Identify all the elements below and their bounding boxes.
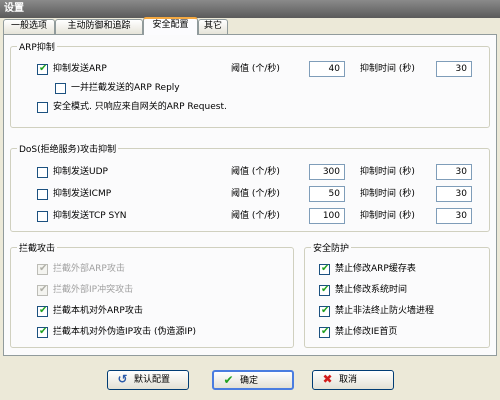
dos-group-title: DoS(拒绝服务)攻击抑制 xyxy=(17,142,119,155)
intercept-local-ip-checkbox[interactable]: ✔ xyxy=(37,326,48,338)
protect-ie-homepage-label: 禁止修改IE首页 xyxy=(335,327,398,337)
arp-safe-mode-label: 安全模式. 只响应来自网关的ARP Request. xyxy=(53,102,227,112)
dos-icmp-time-label: 抑制时间 (秒) xyxy=(360,189,415,199)
check-mark-icon: ✔ xyxy=(321,263,330,274)
check-mark-icon: ✔ xyxy=(321,305,330,316)
dos-udp-label: 抑制发送UDP xyxy=(53,167,108,177)
arp-suppress-label: 抑制发送ARP xyxy=(53,64,107,74)
protect-firewall-process-checkbox[interactable]: ✔ xyxy=(319,305,330,317)
arp-group: ARP抑制 ✔ 抑制发送ARP 阈值 (个/秒) 40 抑制时间 (秒) 30 … xyxy=(10,40,490,128)
intercept-external-ip-checkbox[interactable]: ✔ xyxy=(37,284,48,296)
default-config-label: 默认配置 xyxy=(134,375,171,385)
arp-threshold-field[interactable]: 40 xyxy=(309,61,345,77)
check-mark-icon: ✔ xyxy=(39,305,48,316)
cancel-button[interactable]: ✖ 取消 xyxy=(312,370,394,390)
default-config-button[interactable]: ↺ 默认配置 xyxy=(107,370,189,390)
dos-udp-time-field[interactable]: 30 xyxy=(436,164,472,180)
check-mark-icon: ✔ xyxy=(39,326,48,337)
dos-tcp-syn-threshold-label: 阈值 (个/秒) xyxy=(231,211,280,221)
tab-general[interactable]: 一般选项 xyxy=(3,19,55,34)
tab-active-defense[interactable]: 主动防御和追踪 xyxy=(55,19,143,34)
close-icon: ✖ xyxy=(322,372,333,386)
intercept-group-title: 拦截攻击 xyxy=(17,241,58,254)
dos-icmp-threshold-label: 阈值 (个/秒) xyxy=(231,189,280,199)
protect-system-time-label: 禁止修改系统时间 xyxy=(335,285,408,295)
intercept-local-arp-label: 拦截本机对外ARP攻击 xyxy=(53,306,143,316)
dos-icmp-label: 抑制发送ICMP xyxy=(53,189,112,199)
protect-arp-cache-label: 禁止修改ARP缓存表 xyxy=(335,264,416,274)
protect-system-time-checkbox[interactable]: ✔ xyxy=(319,284,330,296)
check-mark-icon: ✔ xyxy=(321,326,330,337)
ok-label: 确定 xyxy=(240,376,259,386)
arp-block-reply-label: 一并拦截发送的ARP Reply xyxy=(71,83,180,93)
check-mark-icon: ✔ xyxy=(39,263,48,274)
dos-tcp-syn-checkbox[interactable] xyxy=(37,211,48,222)
cancel-label: 取消 xyxy=(339,375,358,385)
reset-icon: ↺ xyxy=(117,372,128,386)
check-mark-icon: ✔ xyxy=(39,284,48,295)
tab-other[interactable]: 其它 xyxy=(198,19,228,34)
dos-icmp-threshold-field[interactable]: 50 xyxy=(309,186,345,202)
arp-suppress-checkbox[interactable]: ✔ xyxy=(37,63,48,75)
intercept-group: 拦截攻击 ✔ 拦截外部ARP攻击 ✔ 拦截外部IP冲突攻击 ✔ 拦截本机对外AR… xyxy=(10,241,294,348)
window-title: 设置 xyxy=(0,0,500,18)
arp-time-label: 抑制时间 (秒) xyxy=(360,64,415,74)
arp-block-reply-checkbox[interactable] xyxy=(55,83,66,94)
tab-security-config[interactable]: 安全配置 xyxy=(143,17,198,35)
protect-arp-cache-checkbox[interactable]: ✔ xyxy=(319,263,330,275)
arp-time-field[interactable]: 30 xyxy=(436,61,472,77)
dos-icmp-time-field[interactable]: 30 xyxy=(436,186,472,202)
protect-ie-homepage-checkbox[interactable]: ✔ xyxy=(319,326,330,338)
protection-group: 安全防护 ✔ 禁止修改ARP缓存表 ✔ 禁止修改系统时间 ✔ 禁止非法终止防火墙… xyxy=(304,241,490,348)
dos-group: DoS(拒绝服务)攻击抑制 抑制发送UDP 阈值 (个/秒) 300 抑制时间 … xyxy=(10,142,490,232)
intercept-local-arp-checkbox[interactable]: ✔ xyxy=(37,305,48,317)
dos-udp-threshold-label: 阈值 (个/秒) xyxy=(231,167,280,177)
arp-group-title: ARP抑制 xyxy=(17,40,57,53)
intercept-local-ip-label: 拦截本机对外伪造IP攻击 (伪造源IP) xyxy=(53,327,197,337)
dos-tcp-syn-threshold-field[interactable]: 100 xyxy=(309,208,345,224)
protect-firewall-process-label: 禁止非法终止防火墙进程 xyxy=(335,306,435,316)
dos-tcp-syn-time-label: 抑制时间 (秒) xyxy=(360,211,415,221)
intercept-external-arp-label: 拦截外部ARP攻击 xyxy=(53,264,125,274)
arp-threshold-label: 阈值 (个/秒) xyxy=(231,64,280,74)
ok-button[interactable]: ✔ 确定 xyxy=(212,370,294,390)
dos-udp-threshold-field[interactable]: 300 xyxy=(309,164,345,180)
tab-strip: 一般选项 主动防御和追踪 安全配置 其它 xyxy=(3,17,497,35)
dos-udp-checkbox[interactable] xyxy=(37,167,48,178)
dos-tcp-syn-label: 抑制发送TCP SYN xyxy=(53,211,127,221)
tab-panel: ARP抑制 ✔ 抑制发送ARP 阈值 (个/秒) 40 抑制时间 (秒) 30 … xyxy=(3,34,497,356)
check-mark-icon: ✔ xyxy=(321,284,330,295)
dos-udp-time-label: 抑制时间 (秒) xyxy=(360,167,415,177)
intercept-external-arp-checkbox[interactable]: ✔ xyxy=(37,263,48,275)
arp-safe-mode-checkbox[interactable] xyxy=(37,102,48,113)
protection-group-title: 安全防护 xyxy=(311,241,352,254)
checkmark-icon: ✔ xyxy=(223,373,234,387)
dos-icmp-checkbox[interactable] xyxy=(37,189,48,200)
check-mark-icon: ✔ xyxy=(39,63,48,74)
dos-tcp-syn-time-field[interactable]: 30 xyxy=(436,208,472,224)
intercept-external-ip-label: 拦截外部IP冲突攻击 xyxy=(53,285,134,295)
